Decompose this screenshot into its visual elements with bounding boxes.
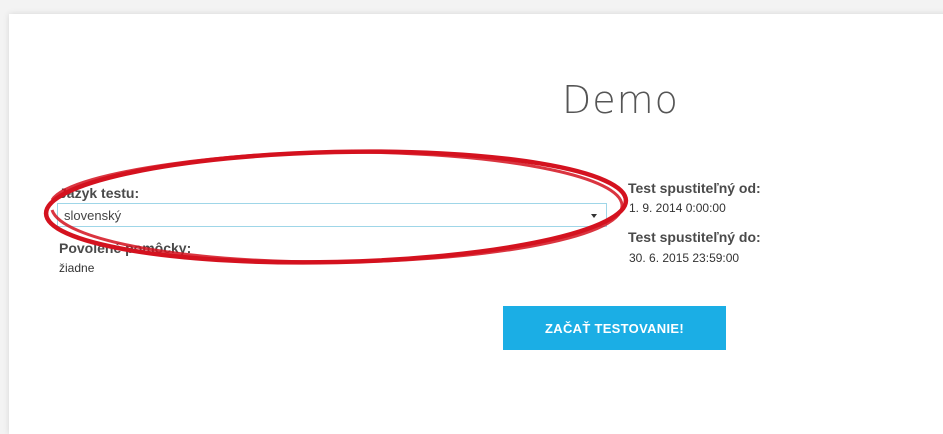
language-label: Jazyk testu: xyxy=(59,185,140,201)
allowed-aids-label: Povolené pomôcky: xyxy=(59,240,192,256)
start-until-value: 30. 6. 2015 23:59:00 xyxy=(629,251,740,265)
start-from-value: 1. 9. 2014 0:00:00 xyxy=(629,201,726,215)
allowed-aids-value: žiadne xyxy=(59,261,95,275)
language-select[interactable]: slovenský xyxy=(57,203,607,227)
start-until-label: Test spustiteľný do: xyxy=(628,229,761,245)
start-from-label: Test spustiteľný od: xyxy=(628,180,761,196)
language-select-value: slovenský xyxy=(64,208,122,223)
chevron-down-icon xyxy=(591,214,597,218)
start-testing-button[interactable]: ZAČAŤ TESTOVANIE! xyxy=(503,306,726,350)
page-title: Demo xyxy=(562,78,679,122)
